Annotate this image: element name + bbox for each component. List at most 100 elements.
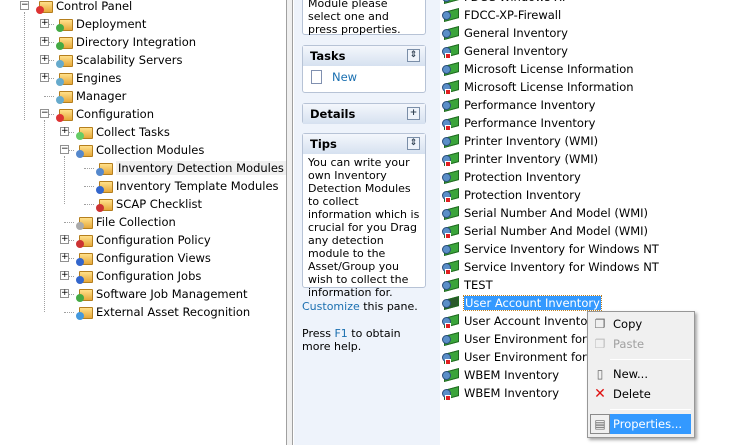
expand-toggle[interactable]: + bbox=[60, 253, 69, 262]
menu-separator bbox=[610, 359, 691, 360]
list-item[interactable]: Performance Inventory bbox=[442, 114, 595, 132]
menu-delete[interactable]: ✕ Delete bbox=[590, 384, 692, 404]
expand-icon[interactable]: + bbox=[407, 107, 420, 120]
module-icon bbox=[442, 169, 460, 185]
context-menu: ❐ Copy ❐ Paste ▯ New... ✕ Delete ▤ Properties… bbox=[587, 311, 695, 438]
list-item[interactable]: Printer Inventory (WMI) bbox=[442, 132, 598, 150]
tree-item[interactable]: Manager bbox=[56, 87, 126, 105]
list-item-label: Service Inventory for Windows NT bbox=[464, 242, 659, 256]
folder-icon bbox=[56, 71, 73, 86]
tree-item-label: File Collection bbox=[96, 215, 176, 229]
list-item[interactable]: User Account Inventory bbox=[442, 312, 599, 330]
list-item[interactable]: User Environment for U bbox=[442, 330, 599, 348]
list-item-label: TEST bbox=[464, 278, 493, 292]
disabled-module-icon bbox=[442, 79, 460, 95]
expand-toggle[interactable]: + bbox=[40, 19, 49, 28]
list-item[interactable]: Printer Inventory (WMI) bbox=[442, 150, 598, 168]
expand-toggle[interactable]: + bbox=[40, 55, 49, 64]
module-icon bbox=[442, 61, 460, 77]
collapse-icon[interactable]: ⇕ bbox=[407, 49, 420, 62]
list-item[interactable]: User Account Inventory bbox=[442, 294, 602, 312]
menu-properties[interactable]: ▤ Properties... bbox=[590, 414, 692, 434]
list-item[interactable]: Serial Number And Model (WMI) bbox=[442, 204, 648, 222]
tree-item[interactable]: Inventory Template Modules bbox=[96, 177, 279, 195]
list-item-label: User Environment for U bbox=[464, 332, 599, 346]
navigation-tree[interactable]: − Control Panel + Deployment + Directory Inte… bbox=[0, 0, 287, 445]
tree-item[interactable]: Deployment bbox=[56, 15, 146, 33]
tree-item-label: Software Job Management bbox=[96, 287, 248, 301]
list-item[interactable]: Microsoft License Information bbox=[442, 60, 634, 78]
folder-icon bbox=[36, 0, 53, 14]
collapse-toggle[interactable]: − bbox=[20, 1, 29, 10]
menu-copy[interactable]: ❐ Copy bbox=[590, 314, 692, 334]
tree-item[interactable]: Collection Modules bbox=[76, 141, 204, 159]
list-item[interactable]: TEST bbox=[442, 276, 493, 294]
list-item[interactable]: WBEM Inventory bbox=[442, 384, 559, 402]
module-icon bbox=[442, 97, 460, 113]
list-item[interactable]: General Inventory bbox=[442, 42, 568, 60]
tree-item[interactable]: Scalability Servers bbox=[56, 51, 182, 69]
tree-item[interactable]: Engines bbox=[56, 69, 121, 87]
tree-item[interactable]: Software Job Management bbox=[76, 285, 248, 303]
tree-item[interactable]: Collect Tasks bbox=[76, 123, 170, 141]
tree-item[interactable]: SCAP Checklist bbox=[96, 195, 202, 213]
list-item-label: General Inventory bbox=[464, 44, 568, 58]
folder-icon bbox=[56, 89, 73, 104]
tree-item[interactable]: External Asset Recognition bbox=[76, 303, 250, 321]
tree-item[interactable]: Directory Integration bbox=[56, 33, 196, 51]
menu-new[interactable]: ▯ New... bbox=[590, 364, 692, 384]
collapse-icon[interactable]: ⇕ bbox=[407, 137, 420, 150]
tasks-title: Tasks bbox=[310, 49, 346, 63]
expand-toggle[interactable]: + bbox=[40, 37, 49, 46]
list-item[interactable]: Performance Inventory bbox=[442, 96, 595, 114]
tree-item[interactable]: Configuration Views bbox=[76, 249, 211, 267]
list-item[interactable]: Serial Number And Model (WMI) bbox=[442, 222, 648, 240]
folder-icon bbox=[56, 53, 73, 68]
tree-item[interactable]: Configuration Policy bbox=[76, 231, 211, 249]
tree-item[interactable]: Configuration Jobs bbox=[76, 267, 201, 285]
new-link-label[interactable]: New bbox=[332, 70, 357, 84]
tree-item-label: Scalability Servers bbox=[76, 53, 183, 67]
document-icon bbox=[311, 70, 322, 84]
collapse-toggle[interactable]: − bbox=[60, 145, 69, 154]
pane-splitter[interactable] bbox=[287, 0, 293, 445]
expand-toggle[interactable]: + bbox=[40, 73, 49, 82]
task-pane: Module please select one and press prope… bbox=[294, 0, 440, 445]
module-icon bbox=[442, 277, 460, 293]
new-task-link[interactable]: New bbox=[303, 66, 425, 88]
disabled-module-icon bbox=[442, 223, 460, 239]
list-item[interactable]: WBEM Inventory bbox=[442, 366, 559, 384]
tree-item[interactable]: Inventory Detection Modules bbox=[96, 159, 286, 177]
tree-item[interactable]: Control Panel bbox=[36, 0, 132, 15]
list-item-label: Microsoft License Information bbox=[464, 80, 634, 94]
list-item[interactable]: General Inventory bbox=[442, 24, 568, 42]
list-item[interactable]: User Environment for U bbox=[442, 348, 599, 366]
tree-item-label: Inventory Template Modules bbox=[116, 179, 279, 193]
list-item[interactable]: Service Inventory for Windows NT bbox=[442, 258, 659, 276]
tree-item[interactable]: Configuration bbox=[56, 105, 154, 123]
module-icon bbox=[442, 241, 460, 257]
expand-toggle[interactable]: + bbox=[60, 235, 69, 244]
help-key[interactable]: F1 bbox=[334, 327, 347, 340]
customize-link[interactable]: Customize bbox=[302, 300, 360, 313]
list-item-label: Microsoft License Information bbox=[464, 62, 634, 76]
list-item[interactable]: Protection Inventory bbox=[442, 168, 581, 186]
disabled-module-icon bbox=[442, 43, 460, 59]
expand-toggle[interactable]: + bbox=[60, 127, 69, 136]
module-icon bbox=[442, 367, 460, 383]
module-icon bbox=[442, 133, 460, 149]
tree-item[interactable]: File Collection bbox=[76, 213, 176, 231]
expand-toggle[interactable]: + bbox=[60, 289, 69, 298]
tips-text: You can write your own Inventory Detecti… bbox=[308, 156, 420, 299]
list-item[interactable]: FDCC-XP-Firewall bbox=[442, 6, 561, 24]
menu-paste[interactable]: ❐ Paste bbox=[590, 334, 692, 354]
tree-item-label: Manager bbox=[76, 89, 127, 103]
expand-toggle[interactable]: + bbox=[60, 271, 69, 280]
list-item[interactable]: Microsoft License Information bbox=[442, 78, 634, 96]
new-label: New... bbox=[613, 367, 648, 381]
list-item[interactable]: Protection Inventory bbox=[442, 186, 581, 204]
tree-item-label: Collection Modules bbox=[96, 143, 205, 157]
delete-label: Delete bbox=[613, 387, 651, 401]
list-item[interactable]: Service Inventory for Windows NT bbox=[442, 240, 659, 258]
collapse-toggle[interactable]: − bbox=[40, 109, 49, 118]
